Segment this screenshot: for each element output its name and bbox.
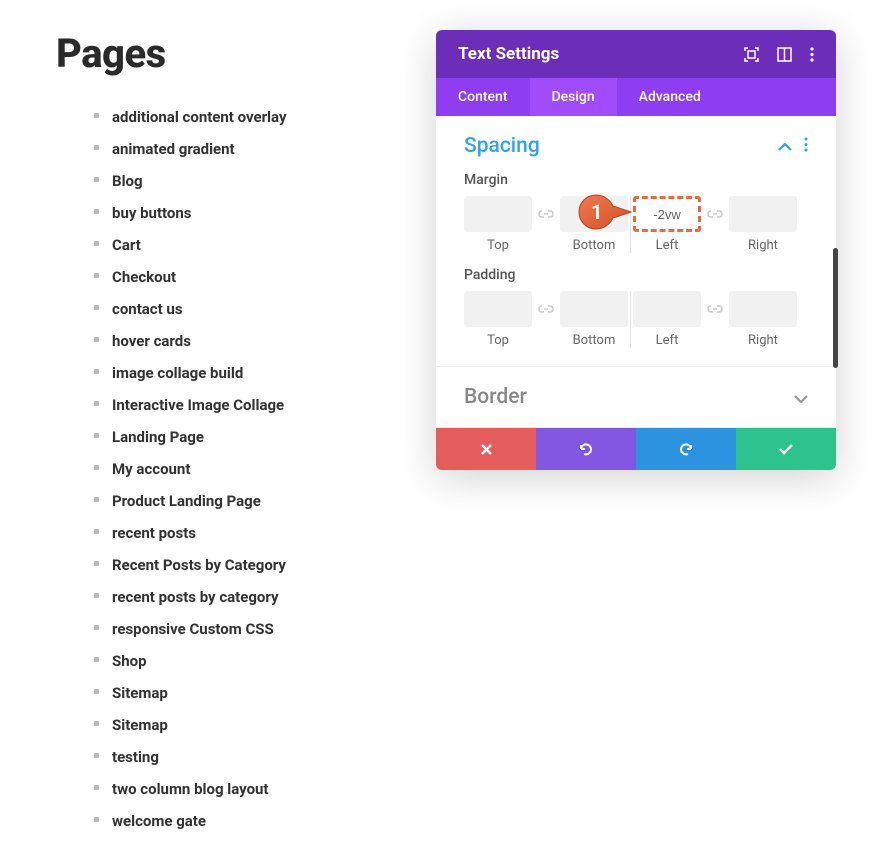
dots-menu-icon[interactable]	[810, 47, 814, 62]
columns-icon[interactable]	[777, 47, 792, 62]
scrollbar-thumb[interactable]	[833, 248, 838, 368]
redo-button[interactable]	[636, 428, 736, 470]
panel-footer	[436, 428, 836, 470]
text-settings-panel: Text Settings Content Design Advanced	[436, 30, 836, 470]
page-item[interactable]: Interactive Image Collage	[112, 389, 396, 421]
callout-number: 1	[591, 200, 602, 224]
margin-bottom-sublabel: Bottom	[573, 238, 616, 253]
cancel-button[interactable]	[436, 428, 536, 470]
page-item[interactable]: Sitemap	[112, 709, 396, 741]
page-item[interactable]: recent posts by category	[112, 581, 396, 613]
section-title-spacing[interactable]: Spacing	[464, 134, 540, 158]
page-item[interactable]: recent posts	[112, 517, 396, 549]
expand-icon[interactable]	[744, 47, 759, 62]
undo-button[interactable]	[536, 428, 636, 470]
panel-title: Text Settings	[458, 44, 559, 64]
padding-top-input[interactable]	[464, 291, 532, 327]
margin-left-sublabel: Left	[656, 238, 679, 253]
padding-bottom-input[interactable]	[560, 291, 628, 327]
page-item[interactable]: two column blog layout	[112, 773, 396, 805]
padding-label: Padding	[464, 267, 808, 283]
page-item[interactable]: My account	[112, 453, 396, 485]
page-item[interactable]: Recent Posts by Category	[112, 549, 396, 581]
panel-header: Text Settings	[436, 30, 836, 78]
collapse-icon[interactable]	[778, 137, 792, 156]
page-item[interactable]: Checkout	[112, 261, 396, 293]
margin-label: Margin	[464, 172, 808, 188]
section-spacing: Spacing Margin	[436, 116, 836, 367]
page-item[interactable]: hover cards	[112, 325, 396, 357]
page-item[interactable]: image collage build	[112, 357, 396, 389]
padding-right-sublabel: Right	[748, 333, 778, 348]
margin-top-input[interactable]	[464, 196, 532, 232]
padding-bottom-sublabel: Bottom	[573, 333, 616, 348]
expand-section-icon[interactable]	[794, 388, 808, 407]
page-item[interactable]: testing	[112, 741, 396, 773]
save-button[interactable]	[736, 428, 836, 470]
tab-design[interactable]: Design	[530, 78, 617, 116]
link-icon[interactable]	[701, 291, 729, 327]
margin-left-input[interactable]	[633, 196, 701, 232]
section-title-border[interactable]: Border	[464, 385, 527, 409]
page-item[interactable]: responsive Custom CSS	[112, 613, 396, 645]
margin-right-sublabel: Right	[748, 238, 778, 253]
page-item[interactable]: welcome gate	[112, 805, 396, 837]
tab-advanced[interactable]: Advanced	[617, 78, 723, 116]
link-icon[interactable]	[532, 291, 560, 327]
page-item[interactable]: additional content overlay	[112, 101, 396, 133]
page-item[interactable]: Shop	[112, 645, 396, 677]
page-item[interactable]: contact us	[112, 293, 396, 325]
page-item[interactable]: Cart	[112, 229, 396, 261]
section-border: Border	[436, 367, 836, 428]
padding-right-input[interactable]	[729, 291, 797, 327]
section-dots-icon[interactable]	[804, 137, 808, 156]
callout-marker: 1	[577, 193, 633, 231]
settings-tabs: Content Design Advanced	[436, 78, 836, 116]
margin-top-sublabel: Top	[487, 238, 509, 253]
link-icon[interactable]	[532, 196, 560, 232]
link-icon[interactable]	[701, 196, 729, 232]
margin-right-input[interactable]	[729, 196, 797, 232]
padding-top-sublabel: Top	[487, 333, 509, 348]
page-item[interactable]: Sitemap	[112, 677, 396, 709]
pages-list: additional content overlayanimated gradi…	[56, 101, 396, 837]
page-item[interactable]: Product Landing Page	[112, 485, 396, 517]
tab-content[interactable]: Content	[436, 78, 530, 116]
pages-heading: Pages	[56, 30, 396, 77]
page-item[interactable]: buy buttons	[112, 197, 396, 229]
page-item[interactable]: animated gradient	[112, 133, 396, 165]
padding-left-input[interactable]	[633, 291, 701, 327]
padding-left-sublabel: Left	[656, 333, 679, 348]
page-item[interactable]: Blog	[112, 165, 396, 197]
page-item[interactable]: Landing Page	[112, 421, 396, 453]
